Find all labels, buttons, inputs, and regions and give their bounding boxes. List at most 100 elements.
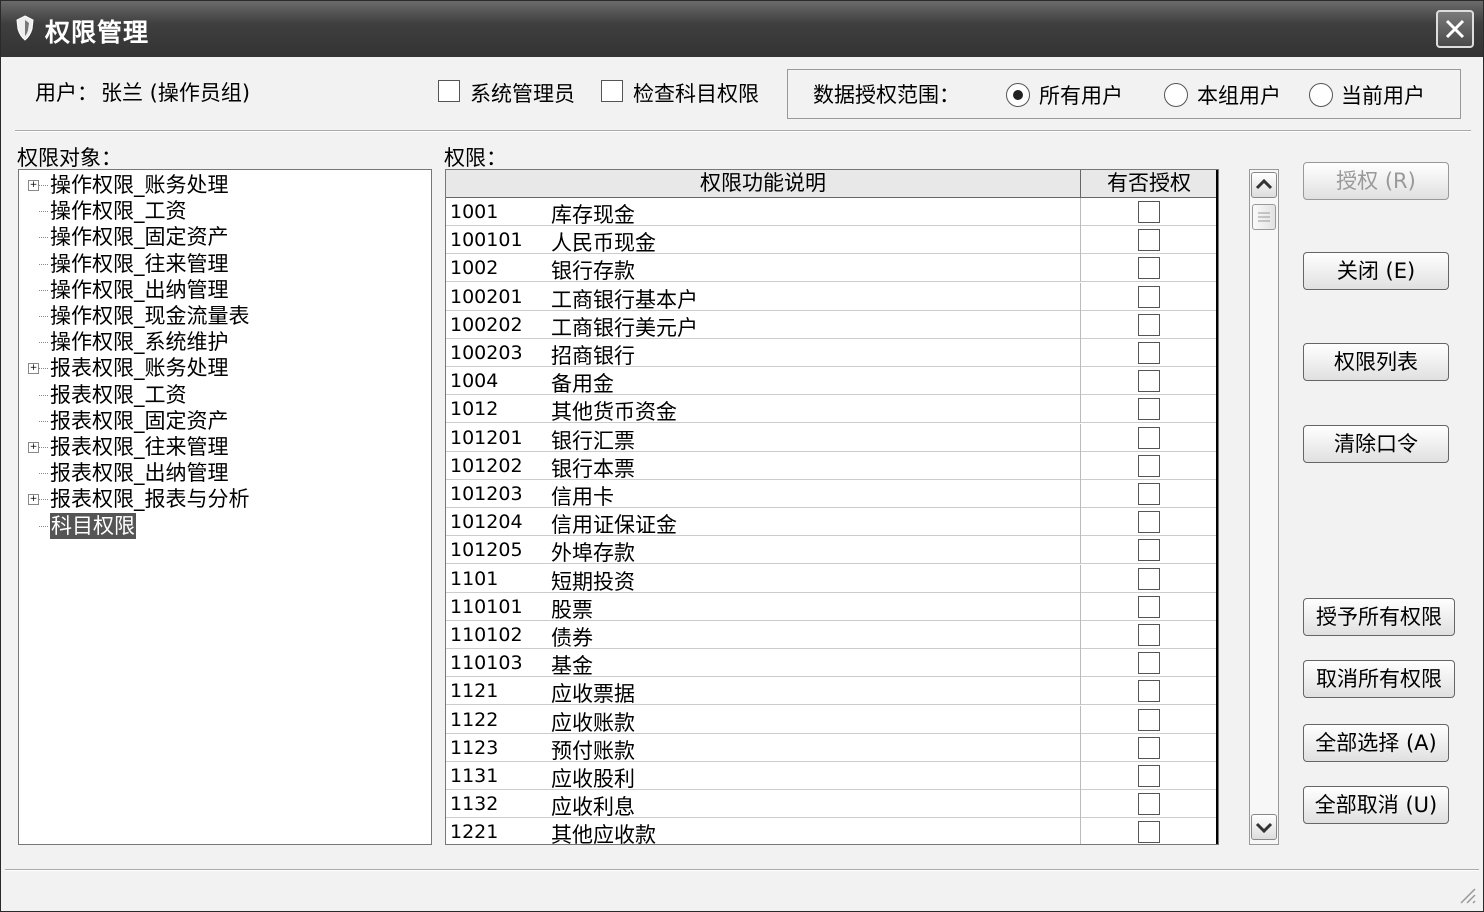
table-row[interactable]: 1132 应收利息: [446, 790, 1218, 819]
row-name: 银行存款: [551, 259, 635, 284]
authorized-checkbox[interactable]: [1138, 793, 1160, 816]
table-row[interactable]: 1131 应收股利: [446, 762, 1218, 791]
system-admin-label[interactable]: 系统管理员: [470, 78, 575, 108]
tree-connector: [39, 420, 48, 422]
table-row[interactable]: 110103 基金: [446, 649, 1218, 679]
select-all-button[interactable]: 全部选择 (A): [1303, 724, 1449, 762]
scope-all-users-label[interactable]: 所有用户: [1039, 80, 1123, 110]
authorized-checkbox[interactable]: [1138, 257, 1160, 280]
table-row[interactable]: 1123 预付账款: [446, 733, 1218, 763]
clear-password-button[interactable]: 清除口令: [1303, 425, 1449, 463]
scroll-down-button[interactable]: [1251, 814, 1277, 840]
tree-item-label: 操作权限_工资: [50, 199, 187, 224]
scope-group-users-radio[interactable]: [1164, 83, 1188, 107]
table-row[interactable]: 101205 外埠存款: [446, 536, 1218, 566]
scope-current-user-label[interactable]: 当前用户: [1341, 80, 1425, 110]
row-name: 外埠存款: [551, 541, 635, 566]
authorized-checkbox[interactable]: [1138, 765, 1160, 787]
authorized-checkbox[interactable]: [1138, 736, 1160, 759]
authorized-checkbox[interactable]: [1138, 539, 1160, 562]
authorized-checkbox[interactable]: [1138, 483, 1160, 505]
row-code: 1121: [450, 680, 499, 703]
tree-item-label: 操作权限_现金流量表: [50, 304, 250, 328]
expand-icon[interactable]: +: [28, 442, 39, 453]
revoke-all-permissions-button[interactable]: 取消所有权限: [1303, 660, 1455, 698]
table-row[interactable]: 100203 招商银行: [446, 339, 1218, 368]
close-button[interactable]: 关闭 (E): [1303, 252, 1449, 290]
authorized-checkbox[interactable]: [1138, 370, 1160, 393]
expand-icon[interactable]: +: [28, 494, 39, 506]
resize-grip-icon[interactable]: [1457, 885, 1477, 905]
table-row[interactable]: 100101 人民币现金: [446, 226, 1218, 255]
deselect-all-button[interactable]: 全部取消 (U): [1303, 786, 1449, 824]
tree-item-label: 报表权限_账务处理: [50, 356, 229, 381]
table-row[interactable]: 1001 库存现金: [446, 198, 1218, 227]
grant-all-permissions-button[interactable]: 授予所有权限: [1303, 598, 1455, 636]
scope-group-users-label[interactable]: 本组用户: [1197, 80, 1281, 110]
authorized-checkbox[interactable]: [1138, 229, 1160, 252]
table-row[interactable]: 1121 应收票据: [446, 677, 1218, 706]
permission-grid[interactable]: 权限功能说明 有否授权 1001 库存现金 100101 人民币现金 1002 银行存款 1…: [445, 169, 1219, 845]
table-row[interactable]: 101203 信用卡: [446, 480, 1218, 509]
table-row[interactable]: 100202 工商银行美元户: [446, 310, 1218, 340]
authorized-checkbox[interactable]: [1138, 595, 1160, 618]
tree-item-label: 报表权限_固定资产: [50, 408, 229, 433]
row-name: 股票: [551, 597, 593, 622]
status-bar: [5, 869, 1479, 871]
close-window-button[interactable]: [1436, 10, 1474, 48]
row-code: 110103: [450, 652, 523, 675]
column-divider: [1080, 282, 1081, 311]
table-row[interactable]: 110101 股票: [446, 592, 1218, 622]
grid-vertical-scrollbar[interactable]: [1249, 169, 1279, 845]
authorized-checkbox[interactable]: [1138, 511, 1160, 534]
table-row[interactable]: 1221 其他应收款: [446, 818, 1218, 844]
row-name: 基金: [551, 654, 593, 679]
grant-button[interactable]: 授权 (R): [1303, 162, 1449, 200]
column-divider: [1080, 395, 1081, 424]
table-row[interactable]: 101204 信用证保证金: [446, 508, 1218, 537]
title-bar[interactable]: 权限管理: [1, 1, 1483, 57]
authorized-checkbox[interactable]: [1138, 426, 1160, 449]
authorized-checkbox[interactable]: [1138, 313, 1160, 336]
tree-connector: [39, 185, 48, 186]
authorized-checkbox[interactable]: [1138, 624, 1160, 646]
scope-current-user-radio[interactable]: [1309, 83, 1333, 107]
column-header-description[interactable]: 权限功能说明: [446, 170, 1081, 197]
authorized-checkbox[interactable]: [1138, 708, 1160, 731]
column-header-authorized[interactable]: 有否授权: [1081, 170, 1218, 197]
tree-item-label: 操作权限_出纳管理: [50, 277, 229, 302]
table-row[interactable]: 110102 债券: [446, 621, 1218, 650]
table-row[interactable]: 100201 工商银行基本户: [446, 282, 1218, 312]
table-row[interactable]: 101202 银行本票: [446, 451, 1218, 481]
authorized-checkbox[interactable]: [1138, 342, 1160, 364]
authorized-checkbox[interactable]: [1138, 680, 1160, 703]
column-divider: [1080, 536, 1081, 565]
check-subject-permission-label[interactable]: 检查科目权限: [633, 78, 759, 108]
authorized-checkbox[interactable]: [1138, 567, 1160, 590]
table-row[interactable]: 101201 银行汇票: [446, 423, 1218, 453]
system-admin-checkbox[interactable]: [438, 80, 460, 102]
row-code: 1004: [450, 370, 499, 393]
table-row[interactable]: 1004 备用金: [446, 367, 1218, 396]
table-row[interactable]: 1101 短期投资: [446, 564, 1218, 594]
authorized-checkbox[interactable]: [1138, 398, 1160, 421]
row-code: 1122: [450, 708, 499, 731]
tree-item-label: 操作权限_系统维护: [50, 330, 229, 355]
authorized-checkbox[interactable]: [1138, 285, 1160, 308]
table-row[interactable]: 1122 应收账款: [446, 705, 1218, 735]
table-row[interactable]: 1012 其他货币资金: [446, 395, 1218, 424]
permission-list-button[interactable]: 权限列表: [1303, 343, 1449, 381]
check-subject-permission-checkbox[interactable]: [601, 80, 623, 102]
authorized-checkbox[interactable]: [1138, 201, 1160, 223]
expand-icon[interactable]: +: [28, 180, 39, 191]
scroll-thumb[interactable]: [1252, 204, 1276, 230]
table-row[interactable]: 1002 银行存款: [446, 254, 1218, 284]
permission-object-tree[interactable]: + 操作权限_账务处理 操作权限_工资 操作权限_固定资产 操作权限_往来管理 操作权限_…: [18, 169, 432, 845]
authorized-checkbox[interactable]: [1138, 821, 1160, 844]
authorized-checkbox[interactable]: [1138, 652, 1160, 675]
scope-all-users-radio[interactable]: [1006, 83, 1030, 107]
expand-icon[interactable]: +: [28, 363, 39, 375]
row-code: 110102: [450, 624, 523, 646]
authorized-checkbox[interactable]: [1138, 454, 1160, 477]
scroll-up-button[interactable]: [1251, 172, 1277, 198]
